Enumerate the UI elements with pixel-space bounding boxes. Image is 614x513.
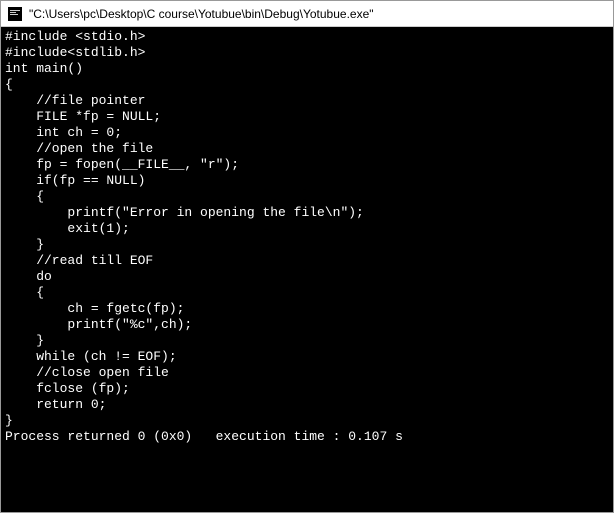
console-line: Process returned 0 (0x0) execution time … bbox=[5, 429, 609, 445]
console-line: //open the file bbox=[5, 141, 609, 157]
console-line: exit(1); bbox=[5, 221, 609, 237]
console-line: //close open file bbox=[5, 365, 609, 381]
console-line: fclose (fp); bbox=[5, 381, 609, 397]
console-line: { bbox=[5, 77, 609, 93]
titlebar[interactable]: "C:\Users\pc\Desktop\C course\Yotubue\bi… bbox=[1, 1, 613, 27]
console-line: } bbox=[5, 333, 609, 349]
console-window: "C:\Users\pc\Desktop\C course\Yotubue\bi… bbox=[0, 0, 614, 513]
console-line: FILE *fp = NULL; bbox=[5, 109, 609, 125]
console-line: if(fp == NULL) bbox=[5, 173, 609, 189]
console-line: do bbox=[5, 269, 609, 285]
console-line: //file pointer bbox=[5, 93, 609, 109]
console-line: { bbox=[5, 285, 609, 301]
console-line: //read till EOF bbox=[5, 253, 609, 269]
app-icon bbox=[7, 6, 23, 22]
console-line: { bbox=[5, 189, 609, 205]
console-output[interactable]: #include <stdio.h>#include<stdlib.h>int … bbox=[1, 27, 613, 512]
console-line: printf("%c",ch); bbox=[5, 317, 609, 333]
console-line: int main() bbox=[5, 61, 609, 77]
console-line: } bbox=[5, 237, 609, 253]
console-line: #include<stdlib.h> bbox=[5, 45, 609, 61]
console-line: #include <stdio.h> bbox=[5, 29, 609, 45]
console-line: ch = fgetc(fp); bbox=[5, 301, 609, 317]
console-line: } bbox=[5, 413, 609, 429]
console-line: return 0; bbox=[5, 397, 609, 413]
console-line: while (ch != EOF); bbox=[5, 349, 609, 365]
console-line: int ch = 0; bbox=[5, 125, 609, 141]
console-line: printf("Error in opening the file\n"); bbox=[5, 205, 609, 221]
window-title: "C:\Users\pc\Desktop\C course\Yotubue\bi… bbox=[29, 7, 374, 21]
console-line: fp = fopen(__FILE__, "r"); bbox=[5, 157, 609, 173]
